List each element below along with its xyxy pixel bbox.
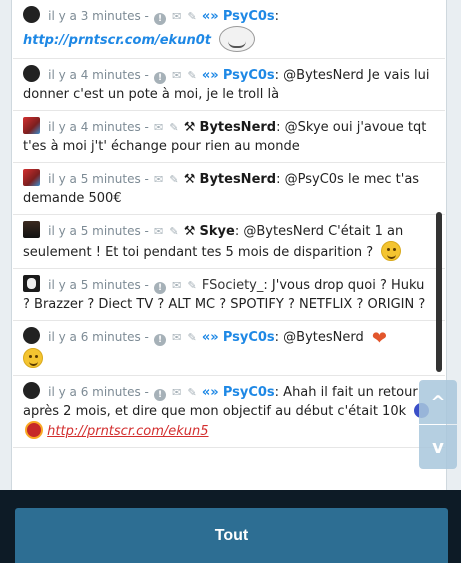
scroll-down-button[interactable]: v — [419, 425, 457, 469]
author-name[interactable]: PsyC0s — [223, 9, 275, 24]
author-separator: : — [274, 9, 280, 24]
message-time: il y a 3 minutes - — [48, 9, 149, 23]
message-time: il y a 5 minutes - — [48, 172, 149, 186]
warn-icon[interactable]: ! — [154, 13, 167, 25]
author-name[interactable]: PsyC0s — [223, 68, 275, 83]
tout-tab-button[interactable]: Tout — [15, 508, 448, 563]
chevron-down-icon: v — [432, 436, 444, 458]
warn-icon[interactable]: ! — [154, 282, 167, 294]
tag-icon[interactable]: ✎ — [169, 170, 178, 189]
hammer-icon: ⚒ — [183, 172, 196, 187]
author-name[interactable]: PsyC0s — [223, 330, 275, 345]
gem-icon: «» — [201, 330, 219, 345]
warn-icon[interactable]: ! — [154, 334, 167, 346]
avatar[interactable] — [23, 6, 40, 23]
chat-message: il y a 6 minutes - ! ✉ ✎ «» PsyC0s: Ahah… — [13, 376, 445, 448]
message-time: il y a 6 minutes - — [48, 385, 149, 399]
chat-message: il y a 4 minutes - ! ✉ ✎ «» PsyC0s: @Byt… — [13, 59, 445, 111]
mail-icon[interactable]: ✉ — [172, 7, 181, 26]
hammer-icon: ⚒ — [183, 224, 196, 239]
frame-left-border — [0, 0, 12, 490]
message-time: il y a 4 minutes - — [48, 120, 149, 134]
avatar[interactable] — [23, 275, 40, 292]
mail-icon[interactable]: ✉ — [154, 118, 163, 137]
mail-icon[interactable]: ✉ — [172, 328, 181, 347]
warn-icon[interactable]: ! — [154, 389, 167, 401]
tag-icon[interactable]: ✎ — [188, 7, 197, 26]
heart-icon: ❤ — [371, 328, 387, 349]
gem-icon: «» — [201, 68, 219, 83]
tag-icon[interactable]: ✎ — [188, 383, 197, 402]
chat-message: il y a 3 minutes - ! ✉ ✎ «» PsyC0s: http… — [13, 0, 445, 59]
tag-icon[interactable]: ✎ — [188, 66, 197, 85]
tag-icon[interactable]: ✎ — [188, 276, 197, 295]
mail-icon[interactable]: ✉ — [154, 170, 163, 189]
message-time: il y a 5 minutes - — [48, 224, 149, 238]
tag-icon[interactable]: ✎ — [188, 328, 197, 347]
chat-messages[interactable]: il y a 3 minutes - ! ✉ ✎ «» PsyC0s: http… — [13, 0, 445, 490]
chat-window: il y a 3 minutes - ! ✉ ✎ «» PsyC0s: http… — [0, 0, 461, 563]
hammer-icon: ⚒ — [183, 120, 196, 135]
mail-icon[interactable]: ✉ — [172, 276, 181, 295]
mini-avatar-icon — [25, 421, 43, 439]
chat-message: il y a 5 minutes - ✉ ✎ ⚒ BytesNerd: @Psy… — [13, 163, 445, 215]
chat-message: il y a 5 minutes - ! ✉ ✎ FSociety_: J'vo… — [13, 269, 445, 321]
avatar[interactable] — [23, 221, 40, 238]
mail-icon[interactable]: ✉ — [172, 66, 181, 85]
message-time: il y a 5 minutes - — [48, 278, 149, 292]
avatar[interactable] — [23, 65, 40, 82]
message-text: @BytesNerd — [279, 330, 364, 345]
chat-message: il y a 4 minutes - ✉ ✎ ⚒ BytesNerd: @Sky… — [13, 111, 445, 163]
tag-icon[interactable]: ✎ — [169, 118, 178, 137]
scroll-up-button[interactable]: ^ — [419, 380, 457, 424]
avatar[interactable] — [23, 117, 40, 134]
tag-icon[interactable]: ✎ — [169, 222, 178, 241]
gem-icon: «» — [201, 9, 219, 24]
message-time: il y a 4 minutes - — [48, 68, 149, 82]
chat-message: il y a 6 minutes - ! ✉ ✎ «» PsyC0s: @Byt… — [13, 321, 445, 376]
author-name[interactable]: PsyC0s — [223, 385, 275, 400]
message-link[interactable]: http://prntscr.com/ekun0t — [23, 33, 211, 48]
avatar[interactable] — [23, 327, 40, 344]
gem-icon: «» — [201, 385, 219, 400]
message-link[interactable]: http://prntscr.com/ekun5 — [47, 424, 208, 439]
author-name[interactable]: FSociety_ — [202, 278, 264, 293]
smiley-emoticon — [23, 348, 43, 368]
chat-scrollbar-thumb[interactable] — [436, 212, 442, 372]
author-name[interactable]: BytesNerd — [200, 120, 277, 135]
mail-icon[interactable]: ✉ — [172, 383, 181, 402]
warn-icon[interactable]: ! — [154, 72, 167, 84]
author-name[interactable]: BytesNerd — [200, 172, 277, 187]
troll-face-emoticon — [219, 26, 256, 52]
avatar[interactable] — [23, 169, 40, 186]
avatar[interactable] — [23, 382, 40, 399]
mail-icon[interactable]: ✉ — [154, 222, 163, 241]
author-name[interactable]: Skye — [200, 224, 235, 239]
worried-smiley-emoticon — [381, 241, 402, 261]
chat-message: il y a 5 minutes - ✉ ✎ ⚒ Skye: @BytesNer… — [13, 215, 445, 269]
message-time: il y a 6 minutes - — [48, 330, 149, 344]
chevron-up-icon: ^ — [430, 391, 446, 413]
